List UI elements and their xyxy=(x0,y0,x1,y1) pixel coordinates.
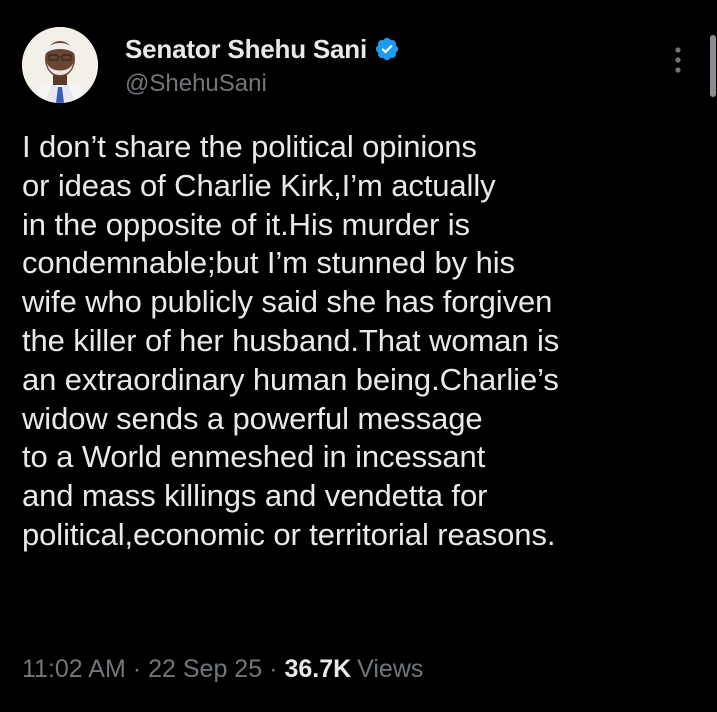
tweet-text-line: I don’t share the political opinions xyxy=(22,129,477,164)
scrollbar[interactable] xyxy=(710,35,716,97)
tweet-time[interactable]: 11:02 AM xyxy=(22,655,126,684)
more-options-icon[interactable] xyxy=(668,44,688,76)
tweet-text: I don’t share the political opinions or … xyxy=(22,128,702,555)
tweet-text-line: an extraordinary human being.Charlie’s xyxy=(22,361,559,397)
tweet-text-line: the killer of her husband.That woman is xyxy=(22,322,560,358)
tweet-text-line: wife who publicly said she has forgiven xyxy=(22,284,553,320)
avatar[interactable] xyxy=(22,27,98,103)
tweet-text-line: to a World enmeshed in incessant xyxy=(22,439,486,475)
author-display-name[interactable]: Senator Shehu Sani xyxy=(125,34,367,65)
tweet-text-line: in the opposite of it.His murder is xyxy=(22,206,470,242)
tweet-meta: 11:02 AM · 22 Sep 25 · 36.7K Views xyxy=(22,655,423,684)
tweet: Senator Shehu Sani @ShehuSani I don’t sh… xyxy=(0,0,717,712)
avatar-image xyxy=(22,27,98,103)
views-label[interactable]: Views xyxy=(357,655,423,684)
meta-separator: · xyxy=(269,655,278,683)
tweet-text-line: and mass killings and vendetta for xyxy=(22,478,488,514)
tweet-text-line: condemnable;but I’m stunned by his xyxy=(22,245,515,281)
verified-badge-icon xyxy=(374,36,400,62)
author-name-row: Senator Shehu Sani xyxy=(125,34,400,64)
meta-separator: · xyxy=(132,655,142,683)
tweet-text-line: or ideas of Charlie Kirk,I’m actually xyxy=(22,167,496,203)
views-count[interactable]: 36.7K xyxy=(284,655,351,684)
tweet-text-line: political,economic or territorial reason… xyxy=(22,516,556,552)
author-handle[interactable]: @ShehuSani xyxy=(125,70,267,98)
tweet-text-line: widow sends a powerful message xyxy=(22,400,483,436)
tweet-date[interactable]: 22 Sep 25 xyxy=(148,655,262,684)
